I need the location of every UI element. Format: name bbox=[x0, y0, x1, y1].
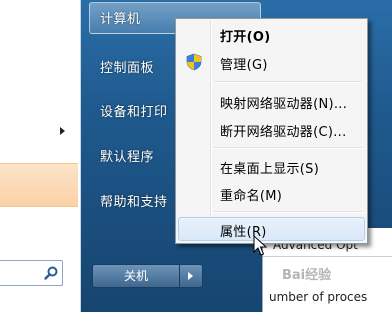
menu-item-map-network-drive[interactable]: 映射网络驱动器(N)... bbox=[178, 89, 365, 113]
right-item-control-panel[interactable]: 控制面板 bbox=[100, 57, 154, 76]
menu-item-label: 映射网络驱动器(N)... bbox=[220, 97, 348, 112]
menu-item-disconnect-network-drive[interactable]: 断开网络驱动器(C)... bbox=[178, 117, 365, 141]
search-icon[interactable] bbox=[43, 265, 59, 281]
menu-separator bbox=[214, 147, 362, 149]
all-programs-arrow-icon[interactable] bbox=[60, 127, 65, 135]
context-menu: 打开(O) 管理(G) 映射网络驱动器(N)... 断开网络驱动器(C)... … bbox=[175, 18, 368, 244]
right-item-computer[interactable]: 计算机 bbox=[100, 8, 141, 27]
search-input[interactable] bbox=[0, 260, 63, 286]
start-menu-left-pane bbox=[0, 0, 81, 312]
menu-item-manage[interactable]: 管理(G) bbox=[178, 50, 365, 74]
right-item-devices[interactable]: 设备和打印 bbox=[100, 101, 168, 120]
menu-item-open[interactable]: 打开(O) bbox=[178, 22, 365, 46]
menu-item-label: 重命名(M) bbox=[220, 189, 283, 204]
menu-item-label: 在桌面上显示(S) bbox=[220, 162, 320, 177]
shutdown-options-button[interactable] bbox=[179, 264, 203, 288]
right-item-help[interactable]: 帮助和支持 bbox=[100, 191, 168, 210]
right-item-default-programs[interactable]: 默认程序 bbox=[100, 146, 154, 165]
background-window-text: umber of proces bbox=[269, 290, 368, 304]
menu-separator bbox=[214, 81, 362, 83]
uac-shield-icon bbox=[186, 53, 202, 71]
watermark: Bai经验 bbox=[282, 268, 332, 283]
menu-item-label: 断开网络驱动器(C)... bbox=[220, 125, 347, 140]
menu-item-show-on-desktop[interactable]: 在桌面上显示(S) bbox=[178, 154, 365, 178]
background-window-divider bbox=[263, 256, 392, 257]
mouse-cursor-icon bbox=[253, 235, 267, 256]
menu-item-label: 打开(O) bbox=[220, 30, 271, 45]
highlighted-program-item[interactable] bbox=[0, 163, 78, 207]
menu-item-rename[interactable]: 重命名(M) bbox=[178, 181, 365, 205]
menu-separator bbox=[214, 211, 362, 213]
menu-item-label: 管理(G) bbox=[220, 58, 268, 73]
menu-item-properties[interactable]: 属性(R) bbox=[178, 217, 365, 241]
shutdown-button[interactable]: 关机 bbox=[92, 264, 180, 288]
